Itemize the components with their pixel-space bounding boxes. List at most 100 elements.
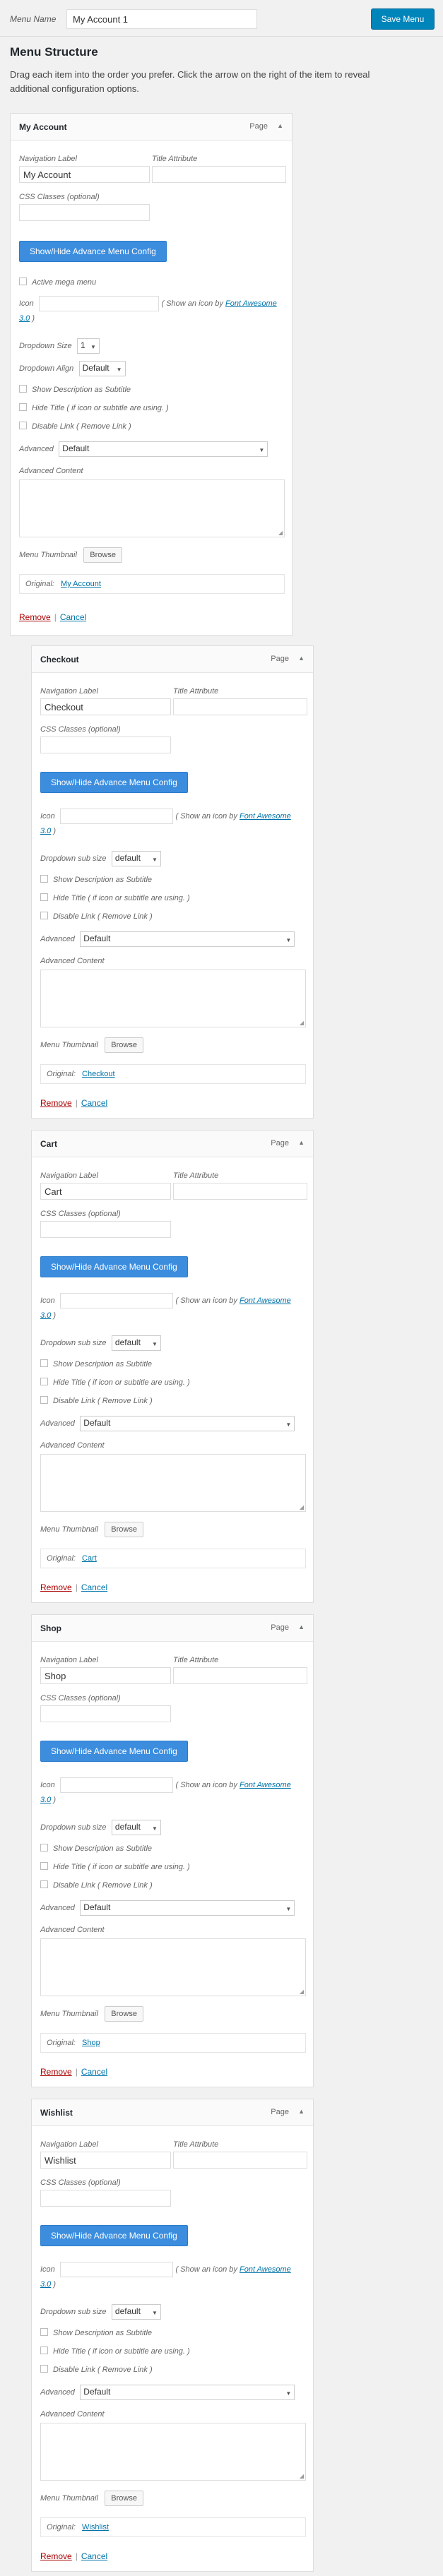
font-awesome-version-link[interactable]: 3.0 [40, 1796, 51, 1804]
original-link[interactable]: Cart [82, 1554, 97, 1563]
browse-button[interactable]: Browse [105, 2006, 143, 2022]
browse-button[interactable]: Browse [105, 1037, 143, 1053]
browse-button[interactable]: Browse [105, 1522, 143, 1537]
title-attribute-input[interactable] [173, 1667, 307, 1684]
disable-link-checkbox[interactable] [40, 1880, 48, 1888]
navigation-label-input[interactable] [40, 2152, 171, 2169]
hide-title-checkbox[interactable] [40, 1378, 48, 1385]
title-attribute-input[interactable] [173, 1183, 307, 1200]
dropdown-sub-size-select[interactable]: default ▼ [111, 1335, 161, 1351]
collapse-arrow-icon[interactable]: ▲ [298, 1623, 305, 1630]
font-awesome-version-link[interactable]: 3.0 [40, 2280, 51, 2289]
title-attribute-input[interactable] [173, 698, 307, 715]
cancel-link[interactable]: Cancel [81, 1582, 107, 1592]
dropdown-align-select[interactable]: Default ▼ [78, 361, 126, 376]
advanced-content-textarea[interactable]: ◢ [40, 2423, 306, 2481]
show-description-checkbox[interactable] [40, 1844, 48, 1852]
advanced-select[interactable]: Default ▼ [80, 931, 295, 947]
menu-item-handle[interactable]: Wishlist Page ▲ [32, 2099, 313, 2126]
css-classes-input[interactable] [40, 2190, 171, 2207]
css-classes-input[interactable] [40, 1705, 171, 1722]
icon-input[interactable] [60, 1777, 174, 1793]
disable-link-checkbox[interactable] [19, 422, 27, 429]
advanced-content-textarea[interactable]: ◢ [40, 1454, 306, 1512]
collapse-arrow-icon[interactable]: ▲ [298, 2108, 305, 2115]
remove-link[interactable]: Remove [40, 1098, 72, 1108]
advanced-select[interactable]: Default ▼ [59, 441, 268, 457]
cancel-link[interactable]: Cancel [81, 2067, 107, 2077]
disable-link-checkbox[interactable] [40, 912, 48, 919]
advanced-content-textarea[interactable]: ◢ [40, 1938, 306, 1996]
hide-title-checkbox[interactable] [40, 2347, 48, 2354]
save-menu-button[interactable]: Save Menu [371, 8, 435, 30]
toggle-advance-config-button[interactable]: Show/Hide Advance Menu Config [19, 241, 167, 262]
cancel-link[interactable]: Cancel [81, 1098, 107, 1108]
font-awesome-link[interactable]: Font Awesome [240, 2265, 291, 2274]
menu-item-handle[interactable]: Shop Page ▲ [32, 1615, 313, 1642]
menu-item-handle[interactable]: Cart Page ▲ [32, 1131, 313, 1157]
collapse-arrow-icon[interactable]: ▲ [298, 1139, 305, 1146]
advanced-select[interactable]: Default ▼ [80, 1416, 295, 1431]
original-link[interactable]: Shop [82, 2039, 100, 2047]
advanced-content-textarea[interactable]: ◢ [19, 479, 285, 537]
hide-title-checkbox[interactable] [40, 893, 48, 901]
title-attribute-input[interactable] [152, 166, 286, 183]
dropdown-sub-size-select[interactable]: default ▼ [111, 1820, 161, 1835]
menu-name-input[interactable] [66, 9, 257, 29]
navigation-label-input[interactable] [40, 1183, 171, 1200]
font-awesome-version-link[interactable]: 3.0 [40, 827, 51, 835]
collapse-arrow-icon[interactable]: ▲ [298, 655, 305, 662]
icon-input[interactable] [60, 809, 174, 824]
toggle-advance-config-button[interactable]: Show/Hide Advance Menu Config [40, 2225, 188, 2246]
remove-link[interactable]: Remove [40, 1582, 72, 1592]
font-awesome-link[interactable]: Font Awesome [240, 1781, 291, 1789]
dropdown-sub-size-select[interactable]: default ▼ [111, 851, 161, 866]
navigation-label-input[interactable] [40, 698, 171, 715]
show-description-checkbox[interactable] [19, 385, 27, 393]
dropdown-sub-size-select[interactable]: default ▼ [111, 2304, 161, 2320]
show-description-checkbox[interactable] [40, 2328, 48, 2336]
browse-button[interactable]: Browse [83, 547, 122, 563]
toggle-advance-config-button[interactable]: Show/Hide Advance Menu Config [40, 772, 188, 793]
hide-title-checkbox[interactable] [40, 1862, 48, 1870]
cancel-link[interactable]: Cancel [60, 612, 86, 622]
remove-link[interactable]: Remove [40, 2067, 72, 2077]
icon-input[interactable] [60, 1293, 174, 1308]
font-awesome-version-link[interactable]: 3.0 [40, 1311, 51, 1320]
hide-title-checkbox[interactable] [19, 403, 27, 411]
chevron-down-icon: ▼ [285, 937, 292, 943]
remove-link[interactable]: Remove [40, 2551, 72, 2561]
dropdown-size-select[interactable]: 1 ▼ [76, 338, 100, 354]
icon-input[interactable] [39, 296, 160, 311]
css-classes-input[interactable] [40, 737, 171, 753]
font-awesome-version-link[interactable]: 3.0 [19, 314, 30, 323]
css-classes-input[interactable] [19, 204, 150, 221]
icon-input[interactable] [60, 2262, 174, 2277]
menu-item-handle[interactable]: Checkout Page ▲ [32, 646, 313, 673]
browse-button[interactable]: Browse [105, 2491, 143, 2506]
disable-link-checkbox[interactable] [40, 1396, 48, 1404]
original-link[interactable]: My Account [61, 580, 101, 588]
original-link[interactable]: Wishlist [82, 2523, 109, 2532]
navigation-label-input[interactable] [40, 1667, 171, 1684]
advanced-content-textarea[interactable]: ◢ [40, 970, 306, 1027]
collapse-arrow-icon[interactable]: ▲ [277, 122, 283, 129]
cancel-link[interactable]: Cancel [81, 2551, 107, 2561]
original-link[interactable]: Checkout [82, 1070, 114, 1078]
show-description-checkbox[interactable] [40, 1359, 48, 1367]
navigation-label-input[interactable] [19, 166, 150, 183]
advanced-select[interactable]: Default ▼ [80, 1900, 295, 1916]
font-awesome-link[interactable]: Font Awesome [240, 812, 291, 821]
css-classes-input[interactable] [40, 1221, 171, 1238]
menu-item-handle[interactable]: My Account Page ▲ [11, 114, 292, 141]
advanced-select[interactable]: Default ▼ [80, 2385, 295, 2400]
toggle-advance-config-button[interactable]: Show/Hide Advance Menu Config [40, 1741, 188, 1762]
remove-link[interactable]: Remove [19, 612, 51, 622]
font-awesome-link[interactable]: Font Awesome [240, 1296, 291, 1305]
mega-menu-checkbox[interactable] [19, 278, 27, 285]
font-awesome-link[interactable]: Font Awesome [225, 299, 277, 308]
toggle-advance-config-button[interactable]: Show/Hide Advance Menu Config [40, 1256, 188, 1277]
title-attribute-input[interactable] [173, 2152, 307, 2169]
show-description-checkbox[interactable] [40, 875, 48, 883]
disable-link-checkbox[interactable] [40, 2365, 48, 2373]
